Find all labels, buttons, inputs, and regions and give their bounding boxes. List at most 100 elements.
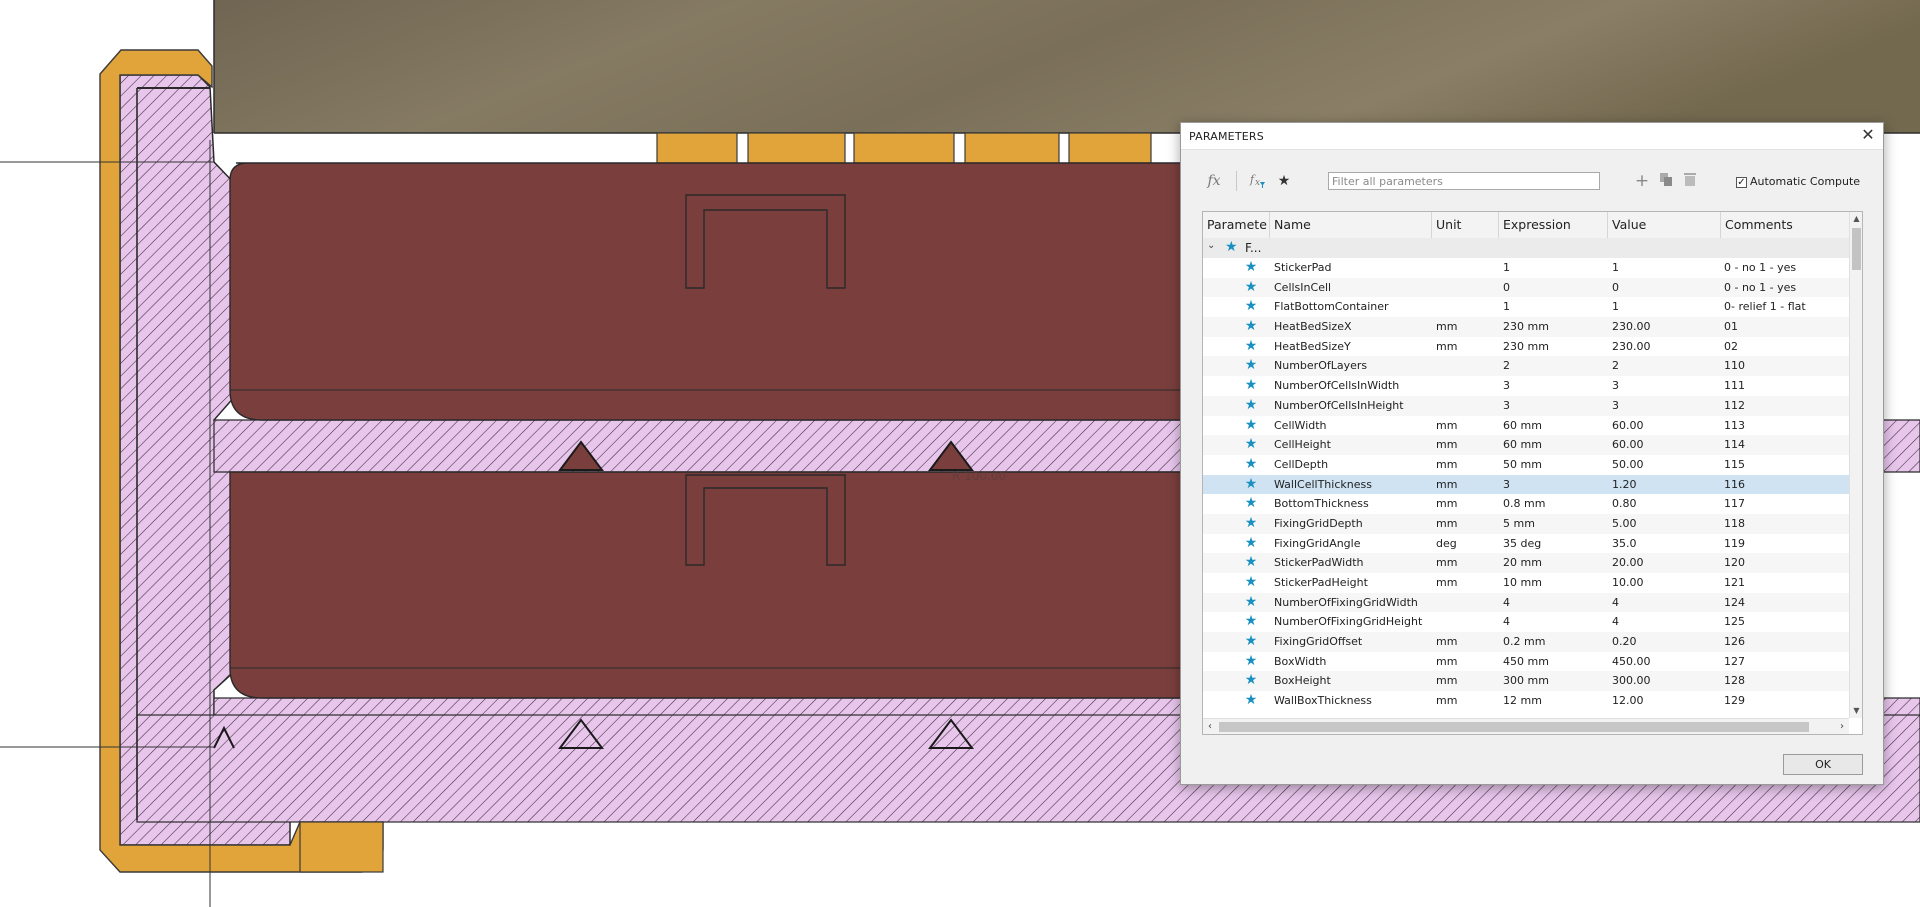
- parameter-comment[interactable]: 0 - no 1 - yes: [1724, 278, 1848, 298]
- ok-button[interactable]: OK: [1783, 754, 1863, 775]
- parameter-expression[interactable]: 450 mm: [1503, 652, 1607, 672]
- parameter-expression[interactable]: 4: [1503, 593, 1607, 613]
- parameter-name[interactable]: FlatBottomContainer: [1274, 297, 1434, 317]
- favorite-star-icon[interactable]: ★: [1243, 671, 1259, 691]
- parameter-comment[interactable]: 111: [1724, 376, 1848, 396]
- parameter-name[interactable]: CellsInCell: [1274, 278, 1434, 298]
- filter-parameters-input[interactable]: [1328, 172, 1600, 190]
- favorite-star-icon[interactable]: ★: [1243, 278, 1259, 298]
- parameter-expression[interactable]: 3: [1503, 376, 1607, 396]
- parameter-comment[interactable]: 129: [1724, 691, 1848, 711]
- table-row[interactable]: ★ FixingGridDepth mm 5 mm 5.00 118: [1203, 513, 1849, 534]
- scroll-up-icon[interactable]: ▲: [1850, 212, 1862, 226]
- parameter-name[interactable]: StickerPadWidth: [1274, 553, 1434, 573]
- parameter-unit[interactable]: mm: [1436, 671, 1496, 691]
- parameter-expression[interactable]: 230 mm: [1503, 317, 1607, 337]
- parameter-comment[interactable]: 117: [1724, 494, 1848, 514]
- parameter-comment[interactable]: 110: [1724, 356, 1848, 376]
- table-row[interactable]: ★ CellWidth mm 60 mm 60.00 113: [1203, 416, 1849, 436]
- scroll-right-icon[interactable]: ›: [1835, 719, 1849, 734]
- parameter-expression[interactable]: 0: [1503, 278, 1607, 298]
- table-row[interactable]: ★ BottomThickness mm 0.8 mm 0.80 117: [1203, 494, 1849, 514]
- horizontal-scrollbar[interactable]: ‹ ›: [1203, 718, 1849, 734]
- parameter-expression[interactable]: 0.2 mm: [1503, 632, 1607, 652]
- favorites-group-row[interactable]: ⌄ ★ F...: [1203, 238, 1849, 258]
- parameter-name[interactable]: CellHeight: [1274, 435, 1434, 455]
- parameter-expression[interactable]: 50 mm: [1503, 455, 1607, 475]
- table-row[interactable]: ★ FlatBottomContainer 1 1 0- relief 1 - flat: [1203, 297, 1849, 317]
- parameter-expression[interactable]: 230 mm: [1503, 337, 1607, 357]
- favorite-star-icon[interactable]: ★: [1243, 396, 1259, 416]
- parameter-unit[interactable]: mm: [1436, 652, 1496, 672]
- collapse-chevron-icon[interactable]: ⌄: [1207, 240, 1215, 251]
- column-header-name[interactable]: Name: [1270, 212, 1432, 238]
- column-header-unit[interactable]: Unit: [1432, 212, 1499, 238]
- parameter-comment[interactable]: 02: [1724, 337, 1848, 357]
- parameter-unit[interactable]: mm: [1436, 416, 1496, 436]
- parameter-expression[interactable]: 3: [1503, 396, 1607, 416]
- parameter-comment[interactable]: 118: [1724, 514, 1848, 534]
- parameter-name[interactable]: NumberOfFixingGridWidth: [1274, 593, 1434, 613]
- table-row[interactable]: ★ NumberOfCellsInWidth 3 3 111: [1203, 376, 1849, 396]
- favorite-star-icon[interactable]: ★: [1243, 573, 1259, 593]
- parameter-unit[interactable]: mm: [1436, 632, 1496, 652]
- horizontal-scroll-thumb[interactable]: [1219, 722, 1809, 732]
- favorite-star-icon[interactable]: ★: [1243, 691, 1259, 711]
- automatic-compute-checkbox[interactable]: ✓: [1736, 176, 1747, 188]
- parameter-unit[interactable]: mm: [1436, 573, 1496, 593]
- parameter-name[interactable]: FixingGridDepth: [1274, 514, 1434, 534]
- table-row[interactable]: ★ StickerPadHeight mm 10 mm 10.00 121: [1203, 573, 1849, 593]
- parameter-unit[interactable]: mm: [1436, 553, 1496, 573]
- table-row[interactable]: ★ NumberOfLayers 2 2 110: [1203, 356, 1849, 377]
- table-row[interactable]: ★ HeatBedSizeY mm 230 mm 230.00 02: [1203, 337, 1849, 357]
- favorite-star-icon[interactable]: ★: [1243, 494, 1259, 514]
- parameter-name[interactable]: FixingGridOffset: [1274, 632, 1434, 652]
- parameter-name[interactable]: WallBoxThickness: [1274, 691, 1434, 711]
- close-icon[interactable]: ✕: [1859, 126, 1877, 144]
- column-header-expression[interactable]: Expression: [1499, 212, 1608, 238]
- table-row[interactable]: ★ BoxHeight mm 300 mm 300.00 128: [1203, 671, 1849, 692]
- parameter-name[interactable]: BoxWidth: [1274, 652, 1434, 672]
- parameter-expression[interactable]: 35 deg: [1503, 534, 1607, 554]
- column-header-parameters[interactable]: Paramete: [1203, 212, 1270, 238]
- favorite-star-icon[interactable]: ★: [1243, 317, 1259, 337]
- parameter-name[interactable]: NumberOfCellsInHeight: [1274, 396, 1434, 416]
- parameter-comment[interactable]: 121: [1724, 573, 1848, 593]
- parameter-unit[interactable]: mm: [1436, 317, 1496, 337]
- parameter-unit[interactable]: mm: [1436, 494, 1496, 514]
- table-row[interactable]: ★ CellDepth mm 50 mm 50.00 115: [1203, 455, 1849, 475]
- column-header-comments[interactable]: Comments: [1721, 212, 1849, 238]
- parameter-unit[interactable]: deg: [1436, 534, 1496, 554]
- parameter-expression[interactable]: 300 mm: [1503, 671, 1607, 691]
- parameter-expression[interactable]: 3: [1503, 475, 1607, 495]
- favorite-star-icon[interactable]: ★: [1243, 593, 1259, 613]
- favorite-star-icon[interactable]: ★: [1243, 514, 1259, 534]
- table-row[interactable]: ★ NumberOfFixingGridWidth 4 4 124: [1203, 592, 1849, 613]
- parameter-unit[interactable]: mm: [1436, 475, 1496, 495]
- parameter-comment[interactable]: 116: [1724, 475, 1848, 495]
- parameter-comment[interactable]: 119: [1724, 534, 1848, 554]
- favorite-star-icon[interactable]: ★: [1243, 632, 1259, 652]
- parameter-unit[interactable]: mm: [1436, 691, 1496, 711]
- favorite-star-icon[interactable]: ★: [1243, 376, 1259, 396]
- automatic-compute-toggle[interactable]: ✓ Automatic Compute: [1736, 173, 1860, 191]
- table-row[interactable]: ★ CellsInCell 0 0 0 - no 1 - yes: [1203, 277, 1849, 298]
- parameter-expression[interactable]: 20 mm: [1503, 553, 1607, 573]
- favorite-star-icon[interactable]: ★: [1243, 356, 1259, 376]
- parameter-name[interactable]: StickerPad: [1274, 258, 1434, 278]
- table-row[interactable]: ★ HeatBedSizeX mm 230 mm 230.00 01: [1203, 317, 1849, 337]
- parameter-comment[interactable]: 113: [1724, 416, 1848, 436]
- star-favorites-icon[interactable]: ★: [1275, 171, 1293, 191]
- favorite-star-icon[interactable]: ★: [1243, 435, 1259, 455]
- parameter-name[interactable]: HeatBedSizeX: [1274, 317, 1434, 337]
- copy-icon[interactable]: [1657, 171, 1675, 191]
- parameter-expression[interactable]: 5 mm: [1503, 514, 1607, 534]
- parameter-expression[interactable]: 1: [1503, 258, 1607, 278]
- favorite-star-icon[interactable]: ★: [1243, 337, 1259, 357]
- parameter-comment[interactable]: 112: [1724, 396, 1848, 416]
- parameter-name[interactable]: CellDepth: [1274, 455, 1434, 475]
- parameter-expression[interactable]: 0.8 mm: [1503, 494, 1607, 514]
- favorite-star-icon[interactable]: ★: [1243, 652, 1259, 672]
- favorite-star-icon[interactable]: ★: [1243, 297, 1259, 317]
- parameter-expression[interactable]: 60 mm: [1503, 435, 1607, 455]
